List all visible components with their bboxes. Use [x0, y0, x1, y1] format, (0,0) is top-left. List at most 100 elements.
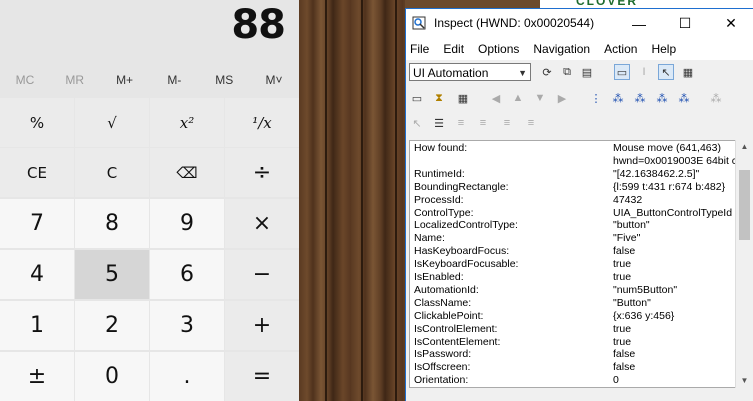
memory-list-button[interactable]: M˅ [249, 64, 299, 96]
action-list-icon[interactable]: ☰ [431, 115, 447, 131]
tree-icon[interactable]: ⁂ [708, 90, 724, 106]
menu-navigation[interactable]: Navigation [533, 42, 590, 56]
caret-tracking-icon[interactable]: ▦ [455, 90, 471, 106]
menu-file[interactable]: File [410, 42, 429, 56]
reciprocal-button[interactable]: ¹/x [225, 98, 299, 147]
property-row[interactable]: IsEnabled: true [412, 271, 735, 284]
menu-edit[interactable]: Edit [443, 42, 464, 56]
arrow-down-icon[interactable]: ▼ [532, 90, 548, 106]
horizontal-scrollbar[interactable] [409, 388, 736, 401]
property-row[interactable]: RuntimeId: "[42.1638462.2.5]" [412, 168, 735, 181]
navigate-last-child-icon[interactable]: ⁂ [676, 90, 692, 106]
nine-button[interactable]: 9 [150, 199, 224, 248]
hourglass-icon[interactable]: ⧗ [431, 90, 447, 106]
six-button[interactable]: 6 [150, 250, 224, 299]
three-button[interactable]: 3 [150, 301, 224, 350]
wood-seam [361, 0, 363, 401]
scroll-down-icon[interactable]: ▼ [736, 374, 753, 388]
menu-action[interactable]: Action [604, 42, 637, 56]
action-invoke-icon[interactable]: ≡ [453, 115, 469, 131]
one-button[interactable]: 1 [0, 301, 74, 350]
arrow-up-icon[interactable]: ▲ [510, 90, 526, 106]
property-row[interactable]: ControlType: UIA_ButtonControlTypeId [412, 207, 735, 220]
property-row[interactable]: LocalizedControlType: "button" [412, 219, 735, 232]
property-row[interactable]: IsOffscreen: false [412, 361, 735, 374]
divide-button[interactable]: ÷ [225, 148, 299, 197]
negate-button[interactable]: ± [0, 352, 74, 401]
vertical-scrollbar[interactable]: ▲ ▼ [735, 140, 753, 388]
property-row[interactable]: hwnd=0x0019003E 64bit c [412, 155, 735, 168]
minimize-button[interactable]: — [616, 9, 662, 38]
title-bar[interactable]: Inspect (HWND: 0x00020544) — ☐ ✕ [406, 9, 753, 38]
action-collapse-icon[interactable]: ≡ [499, 115, 515, 131]
zero-button[interactable]: 0 [75, 352, 149, 401]
memory-clear-button[interactable]: MC [0, 64, 50, 96]
navigate-previous-sibling-icon[interactable]: ⁂ [654, 90, 670, 106]
arrow-right-icon[interactable]: ▶ [554, 90, 570, 106]
memory-add-button[interactable]: M+ [100, 64, 150, 96]
property-row[interactable]: IsContentElement: true [412, 336, 735, 349]
navigate-first-child-icon[interactable]: ⁂ [610, 90, 626, 106]
inspect-app-icon [412, 16, 426, 30]
property-row[interactable]: HasKeyboardFocus: false [412, 245, 735, 258]
square-button[interactable]: x² [150, 98, 224, 147]
toolbar-navigation: ▭ ⧗ ▦ ◀ ▲ ▼ ▶ ⋮ ⁂ ⁂ ⁂ ⁂ ⁂ [406, 86, 753, 112]
window-title: Inspect (HWND: 0x00020544) [434, 16, 595, 30]
seven-button[interactable]: 7 [0, 199, 74, 248]
clear-button[interactable]: C [75, 148, 149, 197]
copy-icon[interactable]: ⧉ [559, 64, 575, 80]
property-value: true [613, 258, 632, 271]
property-row[interactable]: IsKeyboardFocusable: true [412, 258, 735, 271]
mode-select[interactable]: UI Automation ▼ [409, 63, 531, 81]
property-row[interactable]: IsPassword: false [412, 348, 735, 361]
property-row[interactable]: AutomationId: "num5Button" [412, 284, 735, 297]
property-row[interactable]: IsControlElement: true [412, 323, 735, 336]
percent-button[interactable]: % [0, 98, 74, 147]
arrow-left-icon[interactable]: ◀ [488, 90, 504, 106]
subtract-button[interactable]: − [225, 250, 299, 299]
calculator-window: 88 MC MR M+ M- MS M˅ % √ x² ¹/x CE C ⌫ ÷… [0, 0, 299, 401]
four-button[interactable]: 4 [0, 250, 74, 299]
pointer-icon[interactable]: ↖ [658, 64, 674, 80]
navigate-next-sibling-icon[interactable]: ⁂ [632, 90, 648, 106]
settings-icon[interactable]: ▤ [579, 64, 595, 80]
show-highlight-icon[interactable]: ▭ [409, 90, 425, 106]
navigate-parent-icon[interactable]: ⋮ [588, 90, 604, 106]
highlight-icon[interactable]: ▦ [680, 64, 696, 80]
add-button[interactable]: + [225, 301, 299, 350]
property-row[interactable]: How found: Mouse move (641,463) [412, 142, 735, 155]
action-toggle-icon[interactable]: ≡ [523, 115, 539, 131]
memory-recall-button[interactable]: MR [50, 64, 100, 96]
multiply-button[interactable]: × [225, 199, 299, 248]
action-expand-icon[interactable]: ≡ [475, 115, 491, 131]
scroll-up-icon[interactable]: ▲ [736, 140, 753, 154]
five-button[interactable]: 5 [75, 250, 149, 299]
menu-bar: File Edit Options Navigation Action Help [406, 38, 753, 60]
properties-pane[interactable]: How found: Mouse move (641,463) hwnd=0x001… [409, 140, 736, 388]
refresh-icon[interactable]: ⟳ [539, 64, 555, 80]
property-row[interactable]: ProcessId: 47432 [412, 194, 735, 207]
text-cursor-icon[interactable]: I [636, 64, 652, 80]
scrollbar-thumb[interactable] [739, 170, 750, 240]
property-row[interactable]: ClickablePoint: {x:636 y:456} [412, 310, 735, 323]
close-button[interactable]: ✕ [708, 9, 753, 38]
property-row[interactable]: BoundingRectangle: {l:599 t:431 r:674 b:4… [412, 180, 735, 194]
equals-button[interactable]: = [225, 352, 299, 401]
menu-help[interactable]: Help [651, 42, 676, 56]
property-value: {l:599 t:431 r:674 b:482} [613, 180, 726, 193]
eight-button[interactable]: 8 [75, 199, 149, 248]
memory-store-button[interactable]: MS [199, 64, 249, 96]
property-row[interactable]: ClassName: "Button" [412, 297, 735, 310]
watch-focus-icon[interactable]: ▭ [614, 64, 630, 80]
menu-options[interactable]: Options [478, 42, 519, 56]
action-pointer-icon[interactable]: ↖ [409, 115, 425, 131]
backspace-button[interactable]: ⌫ [150, 148, 224, 197]
memory-subtract-button[interactable]: M- [149, 64, 199, 96]
clear-entry-button[interactable]: CE [0, 148, 74, 197]
decimal-button[interactable]: . [150, 352, 224, 401]
maximize-button[interactable]: ☐ [662, 9, 708, 38]
two-button[interactable]: 2 [75, 301, 149, 350]
square-root-button[interactable]: √ [75, 98, 149, 147]
property-row[interactable]: Name: "Five" [412, 232, 735, 245]
property-row[interactable]: Orientation: 0 [412, 374, 735, 387]
